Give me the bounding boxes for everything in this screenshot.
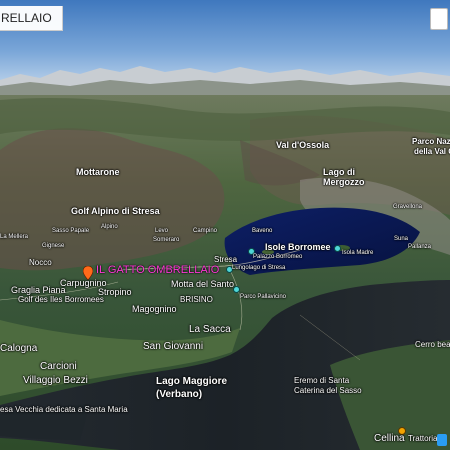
map-label-celina: Cellina bbox=[374, 433, 405, 444]
map-label-isole-borromee: Isole Borromee bbox=[265, 242, 331, 252]
window-title: RELLAIO bbox=[1, 11, 52, 25]
map-label-palazzo-borromeo: Palazzo Borromeo bbox=[253, 254, 303, 260]
window-title-chip: RELLAIO bbox=[0, 6, 63, 31]
map-label-suna: Suna bbox=[394, 236, 409, 242]
map-label-villaggio-bezzi: Villaggio Bezzi bbox=[23, 375, 88, 386]
map-label-la-sacca: La Sacca bbox=[189, 324, 231, 335]
map-label-levo: Levo bbox=[155, 228, 169, 234]
map-label-someraro: Someraro bbox=[153, 237, 180, 243]
map-label-eremo-1: Eremo di Santa bbox=[294, 376, 350, 385]
map-label-parco-naz-1: Parco Naz bbox=[412, 137, 450, 146]
map-label-gignese: Gignese bbox=[42, 243, 65, 249]
map-label-lago-di-mergozzo-2: Mergozzo bbox=[323, 177, 365, 187]
map-label-lungolago-stresa: Lungolago di Stresa bbox=[232, 265, 286, 271]
map-label-golf-iles: Golf des Iles Borromees bbox=[18, 295, 104, 304]
map-label-parco-naz-2: della Val G bbox=[414, 147, 450, 156]
map-label-pallanza: Pallanza bbox=[408, 244, 432, 250]
map-label-parco-pallavicino: Parco Pallavicino bbox=[240, 294, 287, 300]
map-label-val-dossola: Val d'Ossola bbox=[276, 140, 330, 150]
map-logo-icon bbox=[437, 434, 447, 446]
map-label-chiesa: esa Vecchia dedicata a Santa Maria bbox=[0, 405, 128, 414]
hotel-label[interactable]: IL GATTO OMBRELLAIO bbox=[96, 264, 219, 276]
map-label-golf-alpino: Golf Alpino di Stresa bbox=[71, 206, 160, 216]
map-label-motta-del-santo: Motta del Santo bbox=[171, 279, 235, 289]
island-poi-icon bbox=[334, 245, 341, 252]
map-label-mottarone: Mottarone bbox=[76, 167, 120, 177]
map-label-baveno: Baveno bbox=[252, 228, 273, 234]
map-label-alpino: Alpino bbox=[101, 224, 118, 230]
map-control-button[interactable] bbox=[430, 8, 448, 30]
map-label-san-giovanni: San Giovanni bbox=[143, 341, 204, 352]
map-label-campino: Campino bbox=[193, 228, 218, 234]
map-label-calogna: Calogna bbox=[0, 343, 38, 354]
map-label-la-mellera: La Mellera bbox=[0, 234, 29, 240]
map-label-nocco: Nocco bbox=[29, 258, 52, 267]
map-label-trattoria: Trattoria bbox=[408, 434, 438, 443]
parco-poi-icon bbox=[233, 286, 240, 293]
map-label-sasso-papale: Sasso Papale bbox=[52, 228, 90, 234]
map-label-magognino: Magognino bbox=[132, 304, 177, 314]
map-label-isola-madre: Isola Madre bbox=[342, 250, 374, 256]
map-label-gravellona: Gravellona bbox=[393, 204, 423, 210]
map-label-eremo-2: Caterina del Sasso bbox=[294, 386, 362, 395]
map-label-cerro: Cerro bea bbox=[415, 340, 450, 349]
map-label-lago-maggiore-1: Lago Maggiore bbox=[156, 376, 228, 387]
map-label-carcioni: Carcioni bbox=[40, 361, 77, 372]
map-label-lago-maggiore-2: (Verbano) bbox=[156, 389, 203, 400]
map-label-brisino: BRISINO bbox=[180, 295, 213, 304]
